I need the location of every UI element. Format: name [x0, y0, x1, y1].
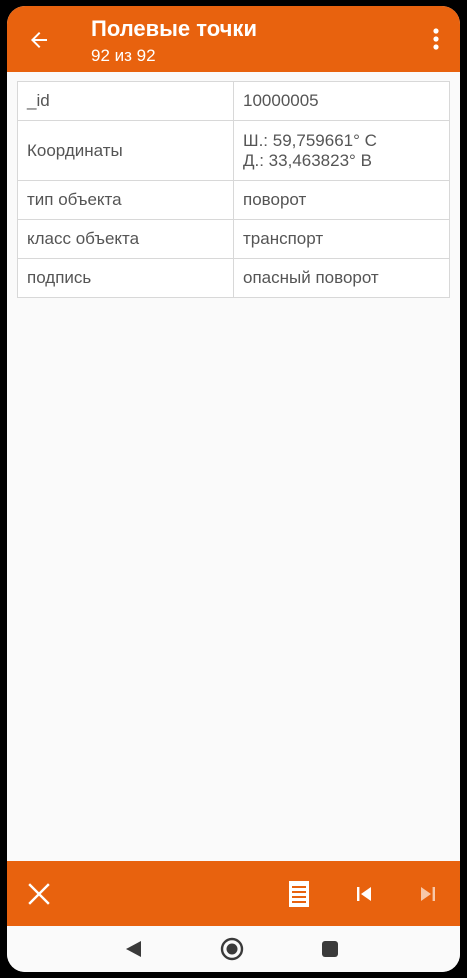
table-row: класс объекта транспорт: [17, 219, 450, 259]
app-bar: Полевые точки 92 из 92: [7, 6, 460, 72]
system-nav-bar: [7, 926, 460, 972]
close-button[interactable]: [22, 877, 56, 911]
nav-home-icon: [220, 937, 244, 961]
longitude-value: Д.: 33,463823° В: [243, 150, 372, 170]
back-button[interactable]: [21, 22, 57, 58]
nav-home-button[interactable]: [220, 937, 244, 961]
arrow-left-icon: [31, 32, 47, 48]
attribute-value: транспорт: [233, 219, 450, 259]
skip-previous-icon: [357, 887, 371, 901]
attribute-value: 10000005: [233, 81, 450, 121]
attribute-key: Координаты: [17, 120, 234, 181]
attribute-value: поворот: [233, 180, 450, 220]
list-icon: [289, 881, 309, 907]
list-button[interactable]: [282, 877, 316, 911]
close-icon: [28, 883, 50, 905]
attribute-key: тип объекта: [17, 180, 234, 220]
table-row: тип объекта поворот: [17, 180, 450, 220]
table-row: подпись опасный поворот: [17, 258, 450, 298]
attribute-key: класс объекта: [17, 219, 234, 259]
attribute-key: подпись: [17, 258, 234, 298]
page-title: Полевые точки: [91, 16, 257, 41]
page-subtitle: 92 из 92: [91, 46, 156, 65]
more-vert-icon: [433, 28, 439, 50]
nav-recents-icon: [322, 941, 338, 957]
table-row: Координаты Ш.: 59,759661° С Д.: 33,46382…: [17, 120, 450, 181]
screen: Полевые точки 92 из 92 _id 10000005 Коор…: [7, 6, 460, 972]
attribute-value: Ш.: 59,759661° С Д.: 33,463823° В: [233, 120, 450, 181]
latitude-value: Ш.: 59,759661° С: [243, 130, 377, 150]
nav-recents-button[interactable]: [318, 937, 342, 961]
attribute-value: опасный поворот: [233, 258, 450, 298]
bottom-toolbar: [7, 861, 460, 926]
nav-back-icon: [126, 941, 141, 957]
nav-back-button[interactable]: [121, 937, 145, 961]
attributes-table: _id 10000005 Координаты Ш.: 59,759661° С…: [17, 81, 450, 298]
attribute-key: _id: [17, 81, 234, 121]
skip-next-icon: [421, 887, 435, 901]
table-row: _id 10000005: [17, 81, 450, 121]
first-record-button[interactable]: [347, 877, 381, 911]
last-record-button[interactable]: [411, 877, 445, 911]
menu-button[interactable]: [424, 24, 448, 54]
